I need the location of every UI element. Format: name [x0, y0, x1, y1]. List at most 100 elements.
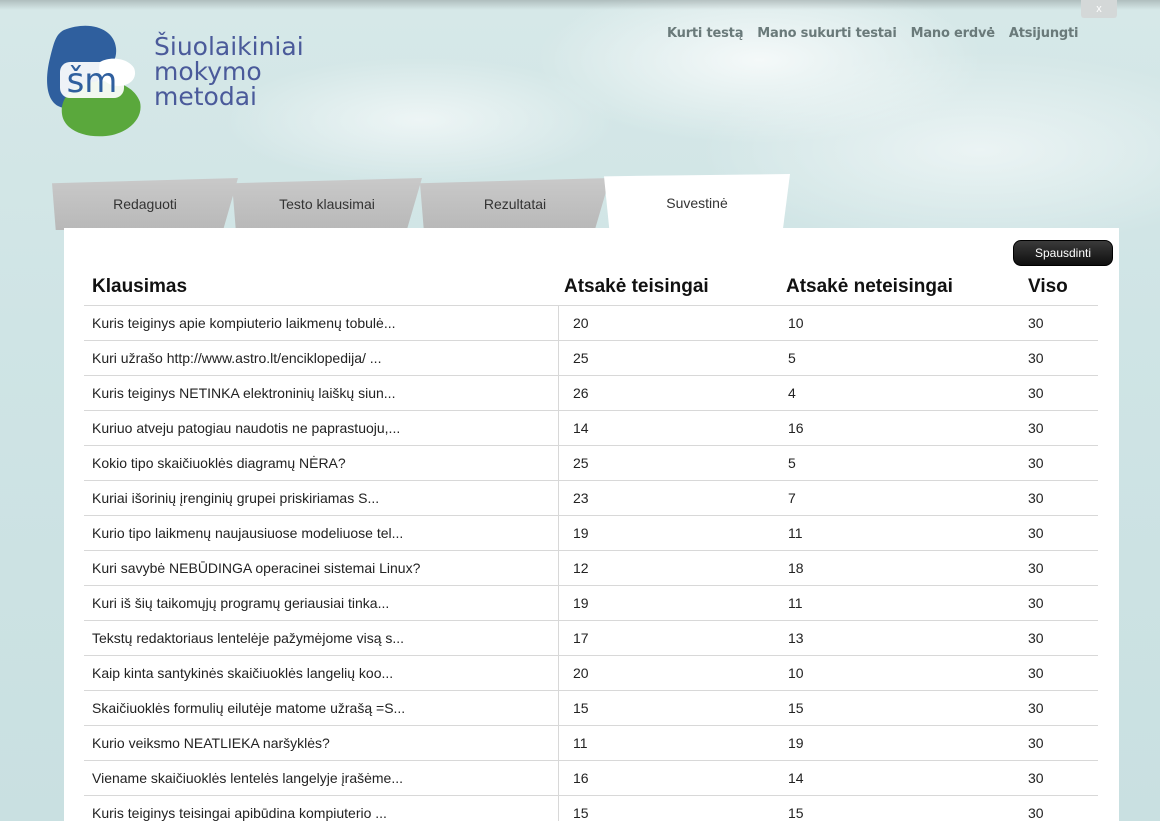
cell-correct: 19	[558, 586, 774, 620]
cell-total: 30	[1028, 420, 1044, 436]
nav-logout[interactable]: Atsijungti	[1009, 26, 1079, 41]
cell-correct: 19	[558, 516, 774, 550]
table-row: Kurio veiksmo NEATLIEKA naršyklės? 11 19 30	[84, 726, 1098, 761]
cell-correct: 14	[558, 411, 774, 445]
logo-line-3: metodai	[154, 82, 257, 111]
cell-question: Kurio veiksmo NEATLIEKA naršyklės?	[92, 735, 330, 751]
logo-line-2: mokymo	[154, 57, 262, 86]
cell-total: 30	[1028, 630, 1044, 646]
cell-incorrect: 13	[788, 630, 804, 646]
nav-my-tests[interactable]: Mano sukurti testai	[757, 26, 897, 41]
cell-question: Skaičiuoklės formulių eilutėje matome už…	[92, 700, 406, 716]
cell-total: 30	[1028, 595, 1044, 611]
cell-correct: 17	[558, 621, 774, 655]
table-row: Viename skaičiuoklės lentelės langelyje …	[84, 761, 1098, 796]
top-shadow	[0, 0, 1160, 10]
tab-testo-klausimai[interactable]: Testo klausimai	[232, 178, 422, 230]
table-row: Kurio tipo laikmenų naujausiuose modeliu…	[84, 516, 1098, 551]
cell-incorrect: 11	[788, 525, 803, 541]
cell-question: Kokio tipo skaičiuoklės diagramų NĖRA?	[92, 455, 346, 471]
table-row: Kuris teiginys apie kompiuterio laikmenų…	[84, 306, 1098, 341]
cell-correct: 23	[558, 481, 774, 515]
cell-incorrect: 4	[788, 385, 796, 401]
header-question: Klausimas	[92, 276, 188, 297]
cell-total: 30	[1028, 665, 1044, 681]
cell-question: Tekstų redaktoriaus lentelėje pažymėjome…	[92, 630, 405, 646]
table-row: Kuri užrašo http://www.astro.lt/enciklop…	[84, 341, 1098, 376]
top-nav: Kurti testą Mano sukurti testai Mano erd…	[667, 26, 1078, 41]
cell-incorrect: 16	[788, 420, 804, 436]
cell-question: Viename skaičiuoklės lentelės langelyje …	[92, 770, 404, 786]
cell-question: Kuris teiginys apie kompiuterio laikmenų…	[92, 315, 396, 331]
cell-incorrect: 7	[788, 490, 796, 506]
cell-correct: 15	[558, 691, 774, 725]
header-total: Viso	[1028, 276, 1068, 297]
cell-correct: 15	[558, 796, 774, 821]
cell-question: Kuriuo atveju patogiau naudotis ne papra…	[92, 420, 401, 436]
table-row: Kuri iš šių taikomųjų programų geriausia…	[84, 586, 1098, 621]
table-row: Kuri savybė NEBŪDINGA operacinei sistema…	[84, 551, 1098, 586]
cell-correct: 11	[558, 726, 774, 760]
cell-correct: 20	[558, 306, 774, 340]
cell-correct: 26	[558, 376, 774, 410]
cell-incorrect: 10	[788, 315, 804, 331]
cell-incorrect: 10	[788, 665, 804, 681]
table-row: Kokio tipo skaičiuoklės diagramų NĖRA? 25…	[84, 446, 1098, 481]
page-background: x šm Šiuolaikiniai mokymo metodai Kurti …	[0, 0, 1160, 821]
cell-incorrect: 14	[788, 770, 804, 786]
cell-total: 30	[1028, 560, 1044, 576]
logo-icon: šm	[47, 25, 141, 137]
cell-question: Kuris teiginys NETINKA elektroninių laiš…	[92, 385, 396, 401]
cell-question: Kurio tipo laikmenų naujausiuose modeliu…	[92, 525, 404, 541]
summary-table: Klausimas Atsakė teisingai Atsakė neteis…	[84, 268, 1098, 821]
cell-correct: 16	[558, 761, 774, 795]
table-row: Kuriai išorinių įrenginių grupei priskir…	[84, 481, 1098, 516]
cell-total: 30	[1028, 350, 1044, 366]
table-row: Tekstų redaktoriaus lentelėje pažymėjome…	[84, 621, 1098, 656]
cell-incorrect: 15	[788, 700, 804, 716]
table-row: Kaip kinta santykinės skaičiuoklės lange…	[84, 656, 1098, 691]
header-correct: Atsakė teisingai	[564, 276, 709, 297]
table-row: Kuris teiginys teisingai apibūdina kompi…	[84, 796, 1098, 821]
cell-incorrect: 11	[788, 595, 803, 611]
cell-question: Kuri savybė NEBŪDINGA operacinei sistema…	[92, 560, 421, 576]
nav-create-test[interactable]: Kurti testą	[667, 26, 743, 41]
cell-incorrect: 18	[788, 560, 804, 576]
cell-total: 30	[1028, 490, 1044, 506]
cell-correct: 25	[558, 446, 774, 480]
cell-total: 30	[1028, 455, 1044, 471]
table-row: Skaičiuoklės formulių eilutėje matome už…	[84, 691, 1098, 726]
cell-question: Kuri užrašo http://www.astro.lt/enciklop…	[92, 350, 382, 366]
close-icon[interactable]: x	[1081, 0, 1117, 18]
cell-total: 30	[1028, 770, 1044, 786]
cell-total: 30	[1028, 525, 1044, 541]
logo-mark-text: šm	[67, 61, 118, 101]
print-button[interactable]: Spausdinti	[1013, 240, 1113, 266]
tab-suvestine[interactable]: Suvestinė	[604, 174, 790, 232]
nav-my-space[interactable]: Mano erdvė	[911, 26, 995, 41]
cell-total: 30	[1028, 805, 1044, 821]
cell-incorrect: 15	[788, 805, 804, 821]
cell-incorrect: 5	[788, 350, 796, 366]
cell-correct: 20	[558, 656, 774, 690]
logo-line-1: Šiuolaikiniai	[154, 32, 304, 61]
cell-total: 30	[1028, 315, 1044, 331]
cell-question: Kuris teiginys teisingai apibūdina kompi…	[92, 805, 387, 821]
cell-question: Kuriai išorinių įrenginių grupei priskir…	[92, 490, 380, 506]
table-row: Kuriuo atveju patogiau naudotis ne papra…	[84, 411, 1098, 446]
cell-question: Kuri iš šių taikomųjų programų geriausia…	[92, 595, 390, 611]
table-row: Kuris teiginys NETINKA elektroninių laiš…	[84, 376, 1098, 411]
cell-incorrect: 19	[788, 735, 804, 751]
cell-incorrect: 5	[788, 455, 796, 471]
cell-total: 30	[1028, 735, 1044, 751]
tab-redaguoti[interactable]: Redaguoti	[52, 178, 238, 230]
header-incorrect: Atsakė neteisingai	[786, 276, 953, 297]
cell-total: 30	[1028, 385, 1044, 401]
tab-rezultatai[interactable]: Rezultatai	[420, 178, 610, 230]
cell-correct: 25	[558, 341, 774, 375]
cell-total: 30	[1028, 700, 1044, 716]
logo-text: Šiuolaikiniai mokymo metodai	[154, 34, 304, 109]
cell-question: Kaip kinta santykinės skaičiuoklės lange…	[92, 665, 394, 681]
table-header: Klausimas Atsakė teisingai Atsakė neteis…	[84, 268, 1098, 306]
cell-correct: 12	[558, 551, 774, 585]
